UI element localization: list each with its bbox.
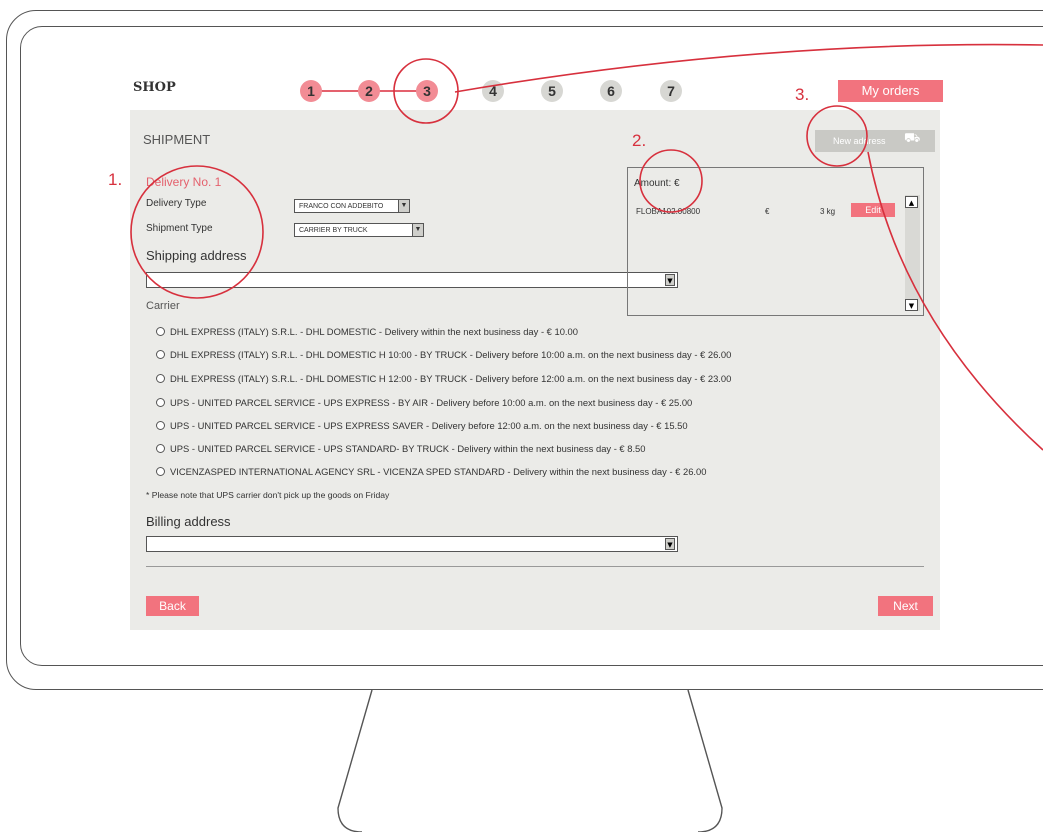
carrier-option-label: UPS - UNITED PARCEL SERVICE - UPS EXPRES… <box>170 420 688 431</box>
delivery-type-label: Delivery Type <box>146 198 207 209</box>
step-4[interactable]: 4 <box>482 80 504 102</box>
radio-icon[interactable] <box>156 374 165 383</box>
truck-icon: ⛟ <box>904 131 921 146</box>
radio-icon[interactable] <box>156 444 165 453</box>
shipment-type-select[interactable]: CARRIER BY TRUCK ▼ <box>294 223 424 237</box>
page-title: SHIPMENT <box>143 132 211 147</box>
carrier-option[interactable]: UPS - UNITED PARCEL SERVICE - UPS EXPRES… <box>156 420 688 431</box>
delivery-heading: Delivery No. 1 <box>146 175 222 189</box>
dropdown-arrow-icon: ▼ <box>398 200 409 212</box>
carrier-option[interactable]: UPS - UNITED PARCEL SERVICE - UPS EXPRES… <box>156 397 692 408</box>
shipment-type-value: CARRIER BY TRUCK <box>299 227 368 234</box>
scroll-down-icon[interactable]: ▼ <box>905 299 918 311</box>
carrier-option-label: UPS - UNITED PARCEL SERVICE - UPS STANDA… <box>170 443 646 454</box>
radio-icon[interactable] <box>156 467 165 476</box>
carrier-option-label: DHL EXPRESS (ITALY) S.R.L. - DHL DOMESTI… <box>170 326 578 337</box>
radio-icon[interactable] <box>156 421 165 430</box>
step-5[interactable]: 5 <box>541 80 563 102</box>
carrier-option-label: DHL EXPRESS (ITALY) S.R.L. - DHL DOMESTI… <box>170 349 732 360</box>
carrier-option-label: UPS - UNITED PARCEL SERVICE - UPS EXPRES… <box>170 397 693 408</box>
product-code: FLOBA102.00800 <box>636 207 701 216</box>
shipping-address-select[interactable]: ▼ <box>146 272 678 288</box>
carrier-option[interactable]: DHL EXPRESS (ITALY) S.R.L. - DHL DOMESTI… <box>156 349 731 360</box>
annotation-number-2: 2. <box>632 131 647 150</box>
amount-panel <box>627 167 924 316</box>
delivery-type-value: FRANCO CON ADDEBITO <box>299 203 384 210</box>
delivery-type-select[interactable]: FRANCO CON ADDEBITO ▼ <box>294 199 410 213</box>
product-currency: € <box>765 207 770 216</box>
dropdown-arrow-icon: ▼ <box>412 224 423 236</box>
carrier-option[interactable]: DHL EXPRESS (ITALY) S.R.L. - DHL DOMESTI… <box>156 373 731 384</box>
edit-button[interactable]: Edit <box>851 203 895 217</box>
my-orders-button[interactable]: My orders <box>838 80 943 102</box>
product-weight: 3 kg <box>820 207 836 216</box>
next-button[interactable]: Next <box>878 596 933 616</box>
shipping-address-label: Shipping address <box>146 248 247 263</box>
carrier-option[interactable]: DHL EXPRESS (ITALY) S.R.L. - DHL DOMESTI… <box>156 326 578 337</box>
amount-scrollbar[interactable] <box>905 195 920 311</box>
shop-label: SHOP <box>133 80 176 95</box>
scroll-up-icon[interactable]: ▲ <box>905 196 918 208</box>
carrier-label: Carrier <box>146 300 180 312</box>
radio-icon[interactable] <box>156 327 165 336</box>
step-7[interactable]: 7 <box>660 80 682 102</box>
dropdown-arrow-icon: ▼ <box>665 538 675 550</box>
billing-address-select[interactable]: ▼ <box>146 536 678 552</box>
step-3[interactable]: 3 <box>416 80 438 102</box>
step-2[interactable]: 2 <box>358 80 380 102</box>
step-1[interactable]: 1 <box>300 80 322 102</box>
carrier-option-label: VICENZASPED INTERNATIONAL AGENCY SRL - V… <box>170 466 707 477</box>
radio-icon[interactable] <box>156 398 165 407</box>
billing-address-label: Billing address <box>146 514 231 529</box>
carrier-option[interactable]: VICENZASPED INTERNATIONAL AGENCY SRL - V… <box>156 466 706 477</box>
shipment-type-label: Shipment Type <box>146 223 213 234</box>
radio-icon[interactable] <box>156 350 165 359</box>
annotation-number-1: 1. <box>108 170 123 189</box>
divider <box>146 566 924 567</box>
annotation-number-3: 3. <box>795 85 810 104</box>
carrier-option-label: DHL EXPRESS (ITALY) S.R.L. - DHL DOMESTI… <box>170 373 732 384</box>
carrier-option[interactable]: UPS - UNITED PARCEL SERVICE - UPS STANDA… <box>156 443 646 454</box>
amount-label: Amount: € <box>634 178 680 189</box>
step-6[interactable]: 6 <box>600 80 622 102</box>
carrier-note: * Please note that UPS carrier don't pic… <box>146 490 390 500</box>
back-button[interactable]: Back <box>146 596 199 616</box>
